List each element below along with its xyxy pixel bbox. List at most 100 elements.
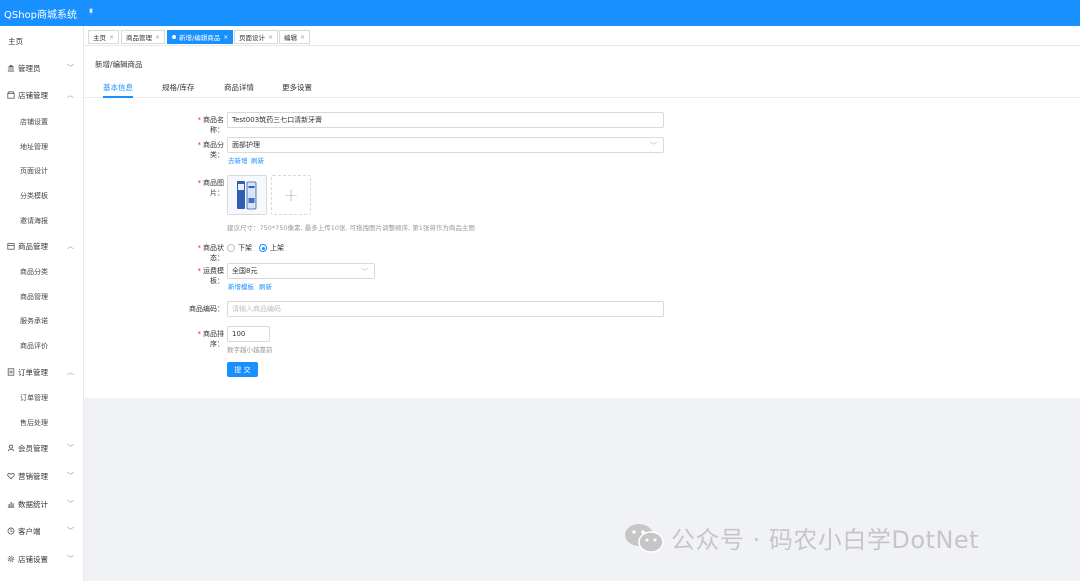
goods-name-label: * 商品名称：	[197, 116, 225, 134]
page-title: 新增/编辑商品	[95, 60, 143, 69]
chevron-down-icon: ﹀	[67, 472, 74, 480]
sidebar-group-shop[interactable]: 店铺管理 ︿	[0, 84, 84, 106]
chevron-down-icon: ﹀	[361, 268, 368, 276]
sidebar-group-stats[interactable]: 数据统计 ﹀	[0, 493, 84, 515]
sidebar-item-goods-review[interactable]: 商品评价	[0, 336, 84, 356]
radio-circle	[227, 244, 235, 252]
sort-hint: 数字越小越靠前	[227, 346, 273, 354]
tab-goods-manage[interactable]: 商品管理 ×	[121, 30, 166, 44]
top-header: QShop商城系统	[0, 0, 1080, 26]
watermark-text: 公众号 · 码农小白学DotNet	[671, 526, 980, 554]
sidebar: 主页 管理员 ﹀ 店铺管理 ︿ 店铺设置 地址管理 页面设计 分类模板 邀请海报…	[0, 26, 84, 581]
sidebar-group-member[interactable]: 会员管理 ﹀	[0, 437, 84, 459]
order-icon	[5, 368, 17, 376]
close-icon[interactable]: ×	[300, 34, 305, 41]
pin-icon[interactable]	[87, 8, 95, 19]
sidebar-item-after-sales[interactable]: 售后处理	[0, 413, 84, 433]
category-label: * 商品分类：	[197, 141, 225, 159]
goods-image-thumbnail[interactable]	[227, 175, 267, 215]
code-input[interactable]: 请输入商品编码	[227, 301, 664, 317]
tab-page-design[interactable]: 页面设计 ×	[234, 30, 279, 44]
images-hint: 建议尺寸：750*750像素, 最多上传10张, 可拖拽图片调整顺序, 第1张将…	[227, 224, 475, 232]
chevron-down-icon: ﹀	[650, 142, 657, 150]
close-icon[interactable]: ×	[155, 34, 160, 41]
sidebar-item-label: 主页	[8, 36, 23, 46]
sidebar-item-home[interactable]: 主页	[0, 30, 84, 52]
subtab-basic-info[interactable]: 基本信息	[103, 82, 133, 98]
sidebar-item-label: 店铺设置	[18, 554, 48, 564]
sidebar-item-invite-poster[interactable]: 邀请海报	[0, 211, 84, 231]
sidebar-item-label: 店铺管理	[18, 90, 48, 100]
status-radio-on[interactable]: 上架	[259, 243, 284, 253]
sidebar-item-service-promise[interactable]: 服务承诺	[0, 311, 84, 331]
sidebar-item-goods-category[interactable]: 商品分类	[0, 262, 84, 282]
status-label: * 商品状态：	[197, 244, 225, 262]
app-title: QShop商城系统	[4, 9, 78, 21]
upload-image-button[interactable]: +	[271, 175, 311, 215]
sidebar-item-page-design[interactable]: 页面设计	[0, 161, 84, 181]
category-select[interactable]: 面部护理 ﹀	[227, 137, 664, 153]
close-icon[interactable]: ×	[223, 34, 228, 41]
close-icon[interactable]: ×	[268, 34, 273, 41]
close-icon[interactable]: ×	[109, 34, 114, 41]
sidebar-item-label: 客户端	[18, 526, 41, 536]
gear-icon	[5, 555, 17, 563]
active-dot-icon	[172, 35, 176, 39]
subtabs: 基本信息 规格/库存 商品详情 更多设置	[84, 76, 1080, 98]
chevron-down-icon: ﹀	[67, 555, 74, 563]
chevron-down-icon: ﹀	[67, 500, 74, 508]
toothpaste-image	[228, 176, 266, 214]
submit-button[interactable]: 提 交	[227, 362, 258, 377]
shop-icon	[5, 91, 17, 99]
subtab-goods-detail[interactable]: 商品详情	[224, 82, 254, 98]
shipping-select[interactable]: 全国8元 ﹀	[227, 263, 375, 279]
category-refresh-link[interactable]: 刷新	[251, 155, 264, 165]
plus-icon: +	[283, 184, 299, 206]
wechat-icon	[625, 523, 664, 553]
chevron-down-icon: ﹀	[67, 527, 74, 535]
chevron-down-icon: ﹀	[67, 64, 74, 72]
sidebar-item-label: 数据统计	[18, 499, 48, 509]
sort-input[interactable]: 100	[227, 326, 270, 342]
goods-icon	[5, 242, 17, 250]
status-radio-off[interactable]: 下架	[227, 243, 252, 253]
code-label: 商品编码：	[189, 305, 224, 313]
subtab-spec-stock[interactable]: 规格/库存	[162, 82, 195, 98]
category-add-link[interactable]: 去新增	[228, 155, 248, 165]
tabs-bar: 主页 × 商品管理 × 新增/编辑商品 × 页面设计 × 编辑 ×	[84, 26, 1080, 46]
client-icon	[5, 527, 17, 535]
chevron-up-icon: ︿	[67, 368, 74, 376]
tab-home[interactable]: 主页 ×	[88, 30, 120, 44]
chevron-up-icon: ︿	[67, 242, 74, 250]
chart-icon	[5, 500, 17, 508]
sidebar-group-shop-settings[interactable]: 店铺设置 ﹀	[0, 548, 84, 570]
bank-icon	[5, 64, 17, 72]
sidebar-group-goods[interactable]: 商品管理 ︿	[0, 235, 84, 257]
goods-name-input[interactable]: Test003筑药三七口清新牙膏	[227, 112, 664, 128]
chevron-up-icon: ︿	[67, 91, 74, 99]
main-content: 新增/编辑商品 基本信息 规格/库存 商品详情 更多设置 * 商品名称： Test…	[84, 46, 1080, 398]
sidebar-item-label: 商品管理	[18, 241, 48, 251]
subtab-more-settings[interactable]: 更多设置	[282, 82, 312, 98]
sidebar-item-label: 营销管理	[18, 471, 48, 481]
user-icon	[5, 444, 17, 452]
sidebar-item-category-template[interactable]: 分类模板	[0, 186, 84, 206]
shipping-add-link[interactable]: 新增模板	[228, 281, 254, 291]
sidebar-group-order[interactable]: 订单管理 ︿	[0, 361, 84, 383]
sort-label: * 商品排序：	[197, 330, 225, 348]
sidebar-item-shop-settings[interactable]: 店铺设置	[0, 112, 84, 132]
sidebar-group-admin[interactable]: 管理员 ﹀	[0, 57, 84, 79]
sidebar-item-address[interactable]: 地址管理	[0, 137, 84, 157]
chevron-down-icon: ﹀	[67, 444, 74, 452]
shipping-label: * 运费模板：	[197, 267, 225, 285]
sidebar-item-label: 会员管理	[18, 443, 48, 453]
images-label: * 商品图片：	[197, 179, 225, 197]
sidebar-group-marketing[interactable]: 营销管理 ﹀	[0, 465, 84, 487]
sidebar-item-label: 管理员	[18, 63, 41, 73]
tab-edit-goods[interactable]: 新增/编辑商品 ×	[167, 30, 234, 44]
shipping-refresh-link[interactable]: 刷新	[259, 281, 272, 291]
tab-edit[interactable]: 编辑 ×	[279, 30, 311, 44]
sidebar-group-client[interactable]: 客户端 ﹀	[0, 520, 84, 542]
sidebar-item-goods-manage[interactable]: 商品管理	[0, 287, 84, 307]
sidebar-item-order-manage[interactable]: 订单管理	[0, 388, 84, 408]
